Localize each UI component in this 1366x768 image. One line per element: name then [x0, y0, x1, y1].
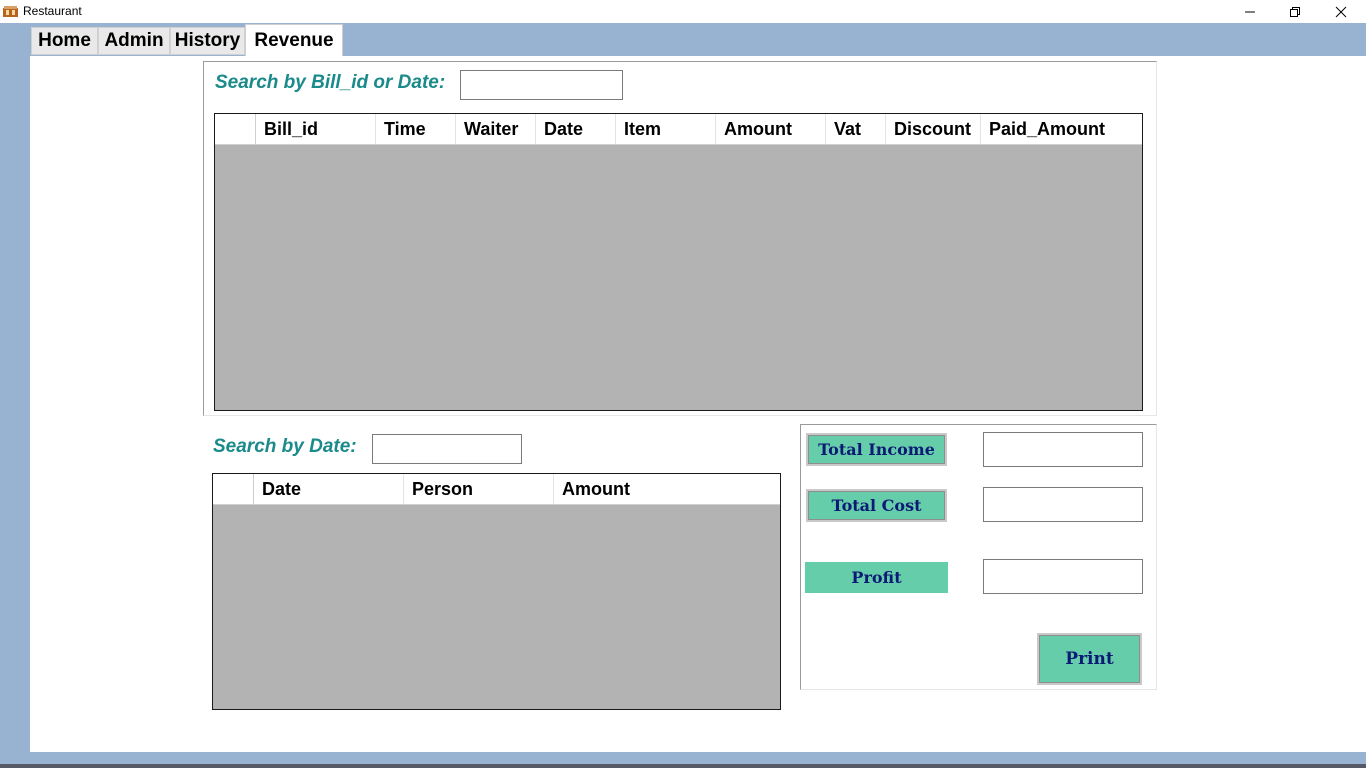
close-button[interactable] [1318, 0, 1364, 23]
column-header-paid-amount[interactable]: Paid_Amount [981, 114, 1142, 144]
total-income-field[interactable] [983, 432, 1143, 467]
window-title: Restaurant [23, 4, 82, 18]
date-search-input[interactable] [372, 434, 522, 464]
total-cost-field[interactable] [983, 487, 1143, 522]
bills-table-header: Bill_id Time Waiter Date Item Amount Vat… [215, 114, 1142, 145]
tab-admin[interactable]: Admin [98, 27, 170, 55]
bill-search-input[interactable] [460, 70, 623, 100]
minimize-button[interactable] [1227, 0, 1273, 23]
close-icon [1335, 6, 1347, 17]
column-header-vat[interactable]: Vat [826, 114, 886, 144]
tab-home[interactable]: Home [31, 27, 98, 55]
tab-history[interactable]: History [170, 27, 245, 55]
title-bar: Restaurant [0, 0, 1366, 23]
total-income-button[interactable]: Total Income [806, 433, 947, 466]
column-header-item[interactable]: Item [616, 114, 716, 144]
column-header-time[interactable]: Time [376, 114, 456, 144]
column-header-date[interactable]: Date [254, 474, 404, 504]
column-header-amount[interactable]: Amount [716, 114, 826, 144]
column-header-date[interactable]: Date [536, 114, 616, 144]
profit-button[interactable]: Profit [805, 562, 948, 593]
column-header-waiter[interactable]: Waiter [456, 114, 536, 144]
row-header-cell [215, 114, 256, 144]
column-header-bill-id[interactable]: Bill_id [256, 114, 376, 144]
costs-table-header: Date Person Amount [213, 474, 780, 505]
bill-search-label: Search by Bill_id or Date: [215, 72, 446, 93]
column-header-discount[interactable]: Discount [886, 114, 981, 144]
column-header-amount[interactable]: Amount [554, 474, 780, 504]
window-bottom-edge [0, 764, 1366, 768]
total-cost-button[interactable]: Total Cost [806, 489, 947, 522]
tab-revenue[interactable]: Revenue [245, 24, 343, 57]
restore-button[interactable] [1272, 0, 1318, 23]
minimize-icon [1245, 11, 1255, 12]
restaurant-app-icon [3, 6, 18, 17]
bills-table[interactable]: Bill_id Time Waiter Date Item Amount Vat… [214, 113, 1143, 411]
costs-table[interactable]: Date Person Amount [212, 473, 781, 710]
profit-field[interactable] [983, 559, 1143, 594]
date-search-label: Search by Date: [213, 436, 357, 457]
row-header-cell [213, 474, 254, 504]
print-button[interactable]: Print [1037, 633, 1142, 685]
restore-icon [1290, 6, 1300, 17]
column-header-person[interactable]: Person [404, 474, 554, 504]
